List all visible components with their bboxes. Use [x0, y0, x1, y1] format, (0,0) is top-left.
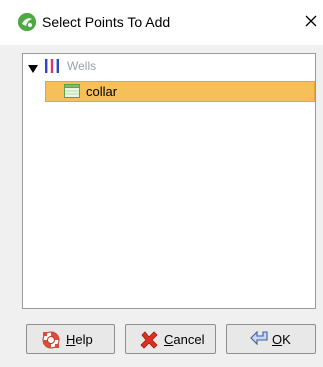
dialog-title: Select Points To Add: [42, 14, 171, 30]
tree-item-label: Wells: [67, 59, 97, 73]
wells-icon: [44, 58, 60, 74]
points-tree[interactable]: Wells collar: [22, 53, 316, 309]
expand-triangle-icon[interactable]: [28, 61, 38, 73]
app-logo-icon: [18, 13, 36, 31]
help-button-label: Help: [66, 332, 93, 347]
select-points-dialog: Select Points To Add Wells collar Help C…: [0, 0, 323, 367]
ok-button-label: OK: [272, 332, 291, 347]
close-icon: [305, 15, 317, 27]
cancel-button-label: Cancel: [164, 332, 205, 347]
tree-item-collar[interactable]: collar: [45, 81, 315, 102]
ok-arrow-icon: [249, 330, 268, 348]
table-icon: [64, 84, 80, 98]
cancel-button[interactable]: Cancel: [125, 324, 216, 354]
help-button[interactable]: Help: [26, 324, 115, 354]
help-lifebuoy-icon: [42, 331, 60, 349]
ok-button[interactable]: OK: [226, 324, 316, 354]
title-bar: Select Points To Add: [0, 0, 323, 45]
cancel-x-icon: [140, 331, 158, 349]
tree-item-label: collar: [86, 84, 118, 99]
close-button[interactable]: [301, 6, 323, 38]
tree-item-wells[interactable]: Wells: [23, 56, 315, 76]
